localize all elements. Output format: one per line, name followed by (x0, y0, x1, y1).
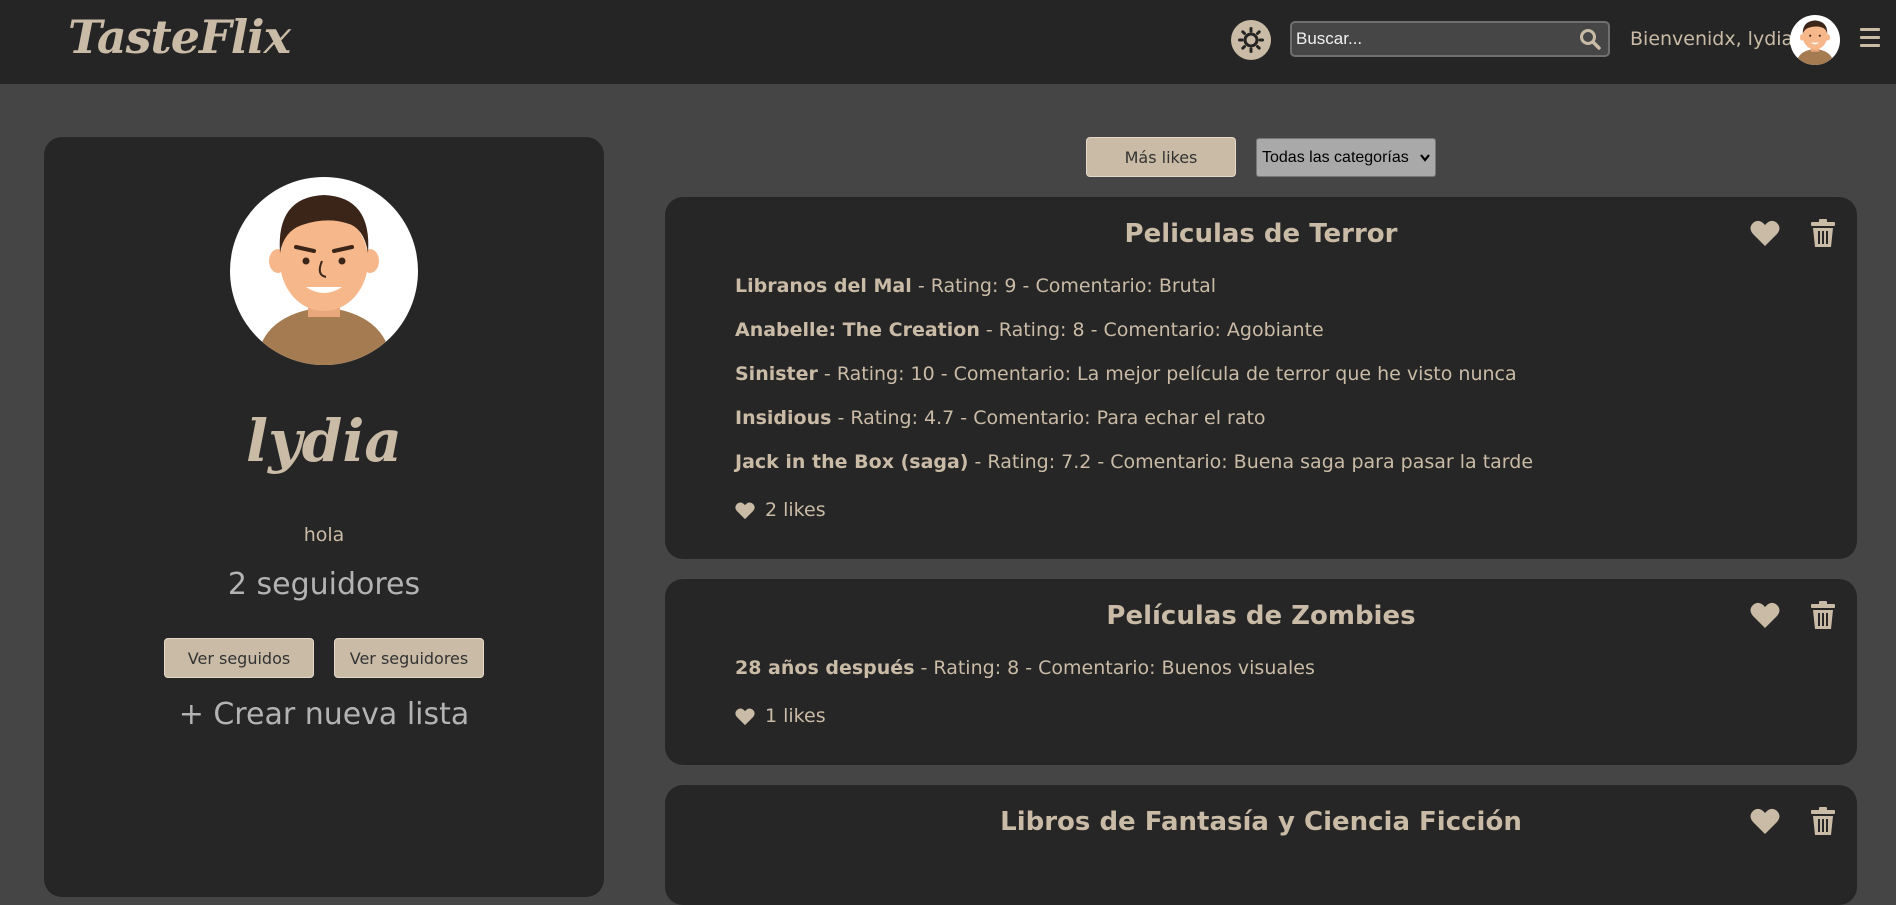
heart-icon (1750, 602, 1780, 628)
trash-icon (1811, 219, 1835, 247)
item-details: - Rating: 7.2 - Comentario: Buena saga p… (968, 451, 1534, 473)
list-item: Jack in the Box (saga) - Rating: 7.2 - C… (735, 451, 1797, 495)
list-title: Peliculas de Terror (1124, 219, 1398, 249)
hamburger-menu-icon[interactable] (1860, 28, 1880, 52)
sun-icon (1238, 27, 1264, 53)
category-select-value: Todas las categorías (1262, 148, 1409, 166)
item-details: - Rating: 4.7 - Comentario: Para echar e… (831, 407, 1266, 429)
heart-icon (735, 707, 755, 725)
avatar-illustration (1796, 20, 1834, 65)
item-name: Jack in the Box (saga) (735, 451, 969, 473)
list-card: Películas de Zombies 28 años después - R… (665, 579, 1857, 765)
trash-icon (1811, 601, 1835, 629)
item-name: Anabelle: The Creation (735, 319, 980, 341)
item-details: - Rating: 8 - Comentario: Buenos visuale… (914, 657, 1315, 679)
chevron-down-icon (1420, 154, 1430, 162)
view-following-button[interactable]: Ver seguidos (164, 638, 314, 678)
delete-list-button[interactable] (1807, 805, 1839, 837)
list-item: Insidious - Rating: 4.7 - Comentario: Pa… (735, 407, 1797, 451)
heart-icon (1750, 808, 1780, 834)
list-item: Anabelle: The Creation - Rating: 8 - Com… (735, 319, 1797, 363)
item-details: - Rating: 9 - Comentario: Brutal (911, 275, 1217, 297)
welcome-text: Bienvenidx, lydia (1630, 28, 1794, 50)
item-name: Insidious (735, 407, 832, 429)
likes-label: 1 likes (765, 705, 826, 727)
profile-avatar (230, 177, 418, 365)
delete-list-button[interactable] (1807, 217, 1839, 249)
list-item: 28 años después - Rating: 8 - Comentario… (735, 657, 1797, 701)
likes-count: 2 likes (735, 495, 1797, 525)
list-card: Libros de Fantasía y Ciencia Ficción (665, 785, 1857, 905)
profile-username: lydia (246, 407, 402, 475)
profile-card: lydia hola 2 seguidores Ver seguidos Ver… (44, 137, 604, 897)
search-bar (1290, 21, 1610, 57)
search-icon (1580, 29, 1601, 50)
user-avatar[interactable] (1790, 15, 1840, 65)
view-followers-button[interactable]: Ver seguidores (334, 638, 484, 678)
trash-icon (1811, 807, 1835, 835)
top-navbar: TasteFlix Bienvenidx, lydia (0, 0, 1896, 84)
profile-bio: hola (303, 524, 345, 546)
heart-icon (1750, 220, 1780, 246)
item-name: Libranos del Mal (735, 275, 912, 297)
list-item: Libranos del Mal - Rating: 9 - Comentari… (735, 275, 1797, 319)
create-list-button[interactable]: + Crear nueva lista (44, 697, 604, 732)
like-button[interactable] (1749, 217, 1781, 249)
item-details: - Rating: 10 - Comentario: La mejor pelí… (817, 363, 1517, 385)
list-title: Libros de Fantasía y Ciencia Ficción (1000, 807, 1522, 837)
sort-most-likes-button[interactable]: Más likes (1086, 137, 1236, 177)
like-button[interactable] (1749, 599, 1781, 631)
list-card: Peliculas de Terror Libranos del Mal - R… (665, 197, 1857, 559)
list-item: Sinister - Rating: 10 - Comentario: La m… (735, 363, 1797, 407)
item-name: Sinister (735, 363, 818, 385)
category-select[interactable]: Todas las categorías (1256, 138, 1436, 177)
like-button[interactable] (1749, 805, 1781, 837)
delete-list-button[interactable] (1807, 599, 1839, 631)
search-input[interactable] (1292, 29, 1572, 49)
item-name: 28 años después (735, 657, 915, 679)
likes-count: 1 likes (735, 701, 1797, 731)
theme-toggle-button[interactable] (1231, 20, 1271, 60)
app-logo[interactable]: TasteFlix (68, 10, 291, 64)
heart-icon (735, 501, 755, 519)
search-button[interactable] (1572, 23, 1608, 55)
list-title: Películas de Zombies (1106, 601, 1416, 631)
likes-label: 2 likes (765, 499, 826, 521)
followers-count: 2 seguidores (227, 567, 421, 602)
avatar-illustration (260, 195, 388, 365)
item-details: - Rating: 8 - Comentario: Agobiante (979, 319, 1324, 341)
